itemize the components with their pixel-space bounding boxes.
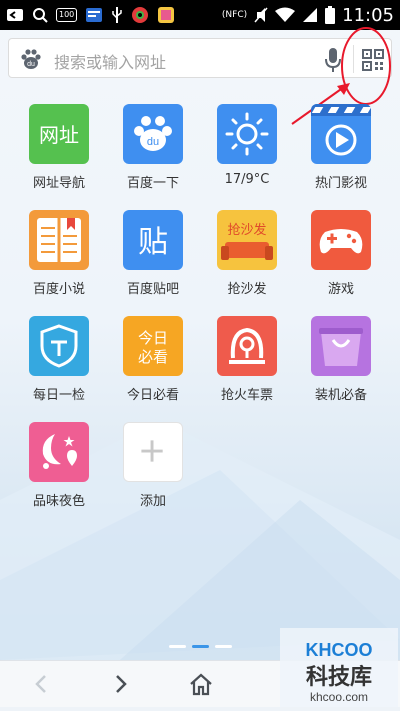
gallery-icon: [157, 6, 175, 24]
tile-label: 17/9°C: [224, 172, 270, 187]
sofa-icon: 抢沙发: [217, 210, 277, 270]
svg-text:du: du: [147, 136, 159, 148]
tile-label: 百度贴吧: [126, 282, 179, 297]
back-icon[interactable]: [28, 671, 54, 697]
moon-heart-icon: [29, 422, 89, 482]
plus-icon: [123, 422, 183, 482]
page-dot[interactable]: [168, 645, 186, 648]
wangzhi-icon: 网址: [29, 104, 89, 164]
divider: [353, 45, 354, 73]
tile-label: 添加: [139, 494, 166, 509]
video-play-icon: [311, 104, 371, 164]
tile-label: 百度一下: [126, 176, 179, 191]
tile-daily-check[interactable]: 每日一检: [12, 316, 106, 416]
tieba-icon: 贴: [123, 210, 183, 270]
news-icon: [85, 7, 103, 23]
tile-label: 每日一检: [32, 388, 85, 403]
svg-text:科技库: 科技库: [306, 665, 372, 690]
notification-icon: [6, 8, 24, 22]
wifi-icon: [275, 7, 296, 23]
microphone-icon[interactable]: [324, 47, 342, 73]
tile-essentials[interactable]: 装机必备: [294, 316, 388, 416]
svg-text:网址: 网址: [39, 123, 79, 147]
home-icon[interactable]: [188, 671, 214, 697]
svg-text:今日: 今日: [138, 329, 168, 347]
tile-label: 抢火车票: [220, 388, 273, 403]
shopping-bag-icon: [311, 316, 371, 376]
page-dot[interactable]: [214, 645, 232, 648]
signal-icon: [302, 7, 318, 23]
search-icon: [32, 7, 48, 23]
tile-wangzhi[interactable]: 网址 网址导航: [12, 104, 106, 204]
svg-text:KHCOO: KHCOO: [306, 640, 373, 660]
tile-tieba[interactable]: 贴 百度贴吧: [106, 210, 200, 310]
search-bar[interactable]: du 搜索或输入网址: [8, 38, 392, 78]
tile-label: 抢沙发: [227, 282, 267, 297]
tile-add[interactable]: 添加: [106, 422, 200, 522]
qr-scan-icon[interactable]: [362, 49, 384, 71]
tile-train[interactable]: 抢火车票: [200, 316, 294, 416]
tile-label: 品味夜色: [32, 494, 85, 509]
usb-icon: [111, 6, 123, 24]
book-icon: [29, 210, 89, 270]
tile-weather[interactable]: 17/9°C: [200, 104, 294, 204]
svg-text:khcoo.com: khcoo.com: [310, 690, 368, 704]
svg-text:贴: 贴: [138, 225, 168, 260]
tile-night[interactable]: 品味夜色: [12, 422, 106, 522]
status-bar: 100 (NFC) 11:05: [0, 0, 400, 30]
train-ticket-icon: [217, 316, 277, 376]
baidu-logo-icon: du: [21, 49, 41, 69]
tile-novel[interactable]: 百度小说: [12, 210, 106, 310]
shield-icon: [29, 316, 89, 376]
watermark: KHCOO 科技库 khcoo.com: [280, 628, 398, 707]
svg-text:du: du: [27, 61, 35, 68]
today-icon: 今日 必看: [123, 316, 183, 376]
tile-label: 游戏: [327, 282, 354, 297]
tile-label: 今日必看: [126, 388, 179, 403]
tile-label: 装机必备: [314, 388, 367, 403]
no-sound-icon: [254, 7, 268, 23]
svg-text:抢沙发: 抢沙发: [227, 222, 266, 238]
gamepad-icon: [311, 210, 371, 270]
svg-text:必看: 必看: [138, 348, 168, 366]
tile-baidu[interactable]: du 百度一下: [106, 104, 200, 204]
nfc-indicator: (NFC): [221, 10, 248, 20]
battery-100-icon: 100: [56, 8, 78, 22]
tile-video[interactable]: 热门影视: [294, 104, 388, 204]
tile-sofa[interactable]: 抢沙发 抢沙发: [200, 210, 294, 310]
tile-game[interactable]: 游戏: [294, 210, 388, 310]
search-input[interactable]: 搜索或输入网址: [54, 49, 166, 73]
tile-today[interactable]: 今日 必看 今日必看: [106, 316, 200, 416]
app-icon: [131, 6, 149, 24]
tile-label: 网址导航: [32, 176, 85, 191]
khcoo-logo-icon: KHCOO 科技库 khcoo.com: [280, 628, 398, 707]
page-dot-active[interactable]: [191, 645, 209, 648]
weather-sun-icon: [217, 104, 277, 164]
battery-icon: [325, 6, 336, 24]
clock: 11:05: [342, 4, 394, 26]
tile-label: 热门影视: [314, 176, 367, 191]
forward-icon[interactable]: [108, 671, 134, 697]
tile-label: 百度小说: [32, 282, 85, 297]
baidu-paw-icon: du: [123, 104, 183, 164]
